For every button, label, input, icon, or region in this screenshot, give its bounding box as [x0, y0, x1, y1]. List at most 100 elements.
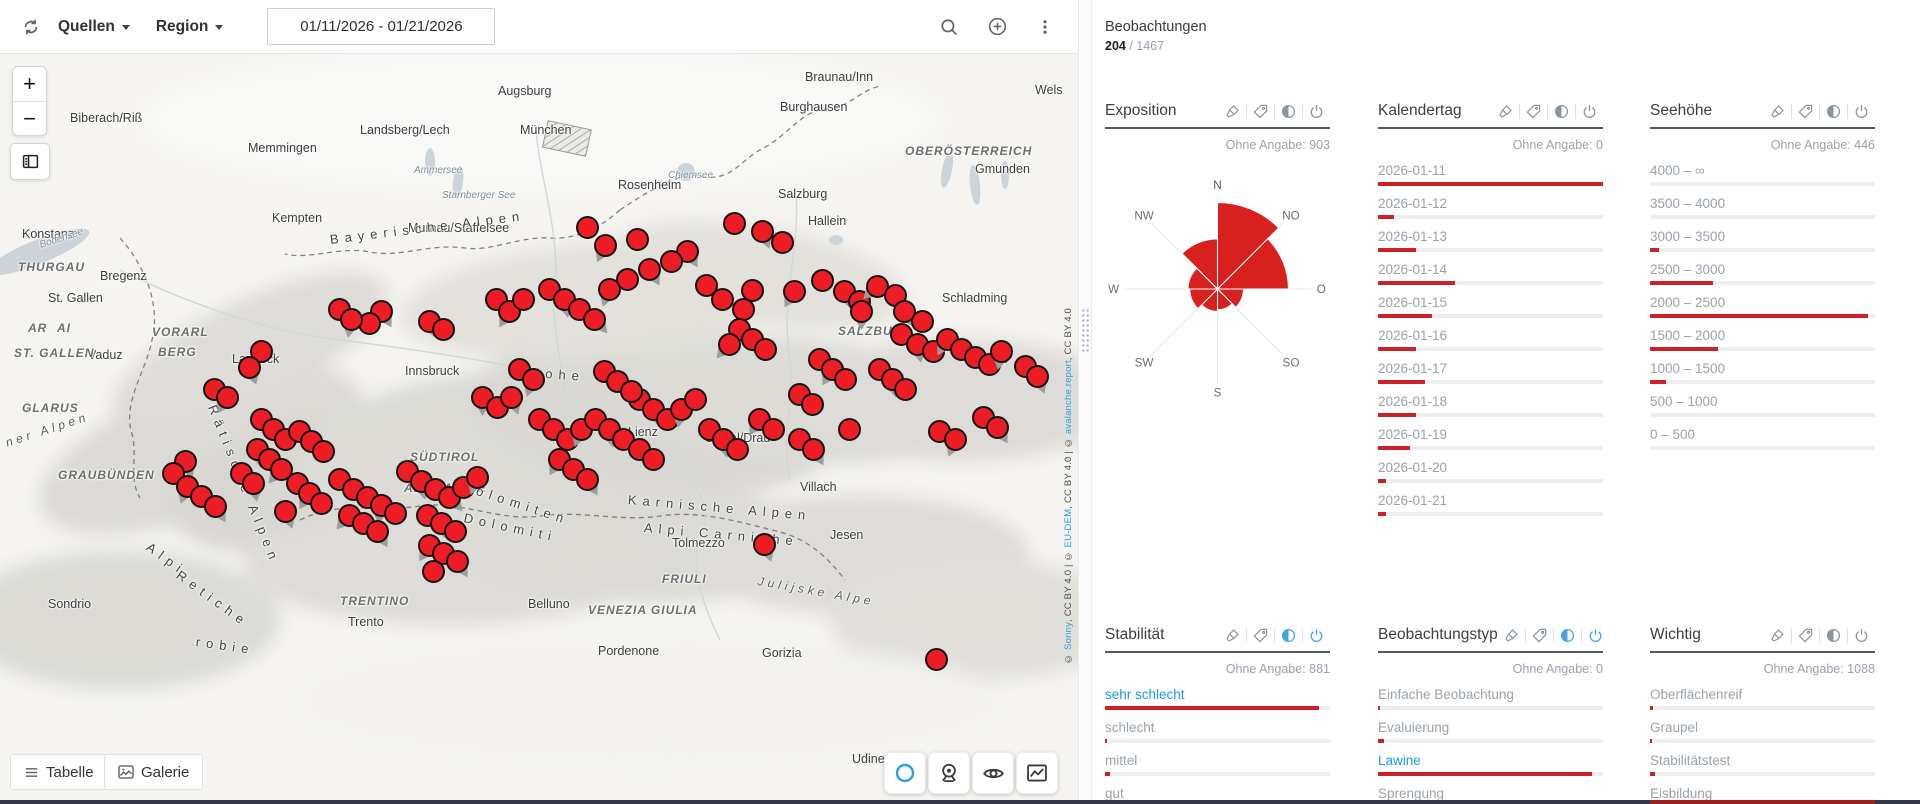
attribution-link[interactable]: avalanche.report	[1063, 360, 1074, 434]
observation-marker[interactable]	[771, 231, 794, 254]
tag-icon[interactable]	[1791, 103, 1819, 119]
zoom-out-button[interactable]: −	[13, 101, 46, 135]
observation-marker[interactable]	[598, 278, 621, 301]
filter-row[interactable]: Stabilitätstest	[1650, 753, 1875, 776]
filter-row[interactable]: 4000 – ∞	[1650, 163, 1875, 186]
filter-row[interactable]: Lawine	[1378, 753, 1603, 776]
table-view-button[interactable]: Tabelle	[10, 754, 108, 790]
more-options-button[interactable]	[1028, 10, 1062, 44]
contrast-icon[interactable]	[1819, 627, 1847, 643]
gallery-view-button[interactable]: Galerie	[104, 754, 204, 790]
filter-row[interactable]: 2026-01-21	[1378, 493, 1603, 516]
observation-marker[interactable]	[986, 416, 1009, 439]
observation-marker[interactable]	[718, 333, 741, 356]
filter-row[interactable]: 2000 – 2500	[1650, 295, 1875, 318]
contrast-icon[interactable]	[1819, 103, 1847, 119]
observation-marker[interactable]	[684, 388, 707, 411]
filter-row[interactable]: 2026-01-11	[1378, 163, 1603, 186]
brush-icon[interactable]	[1764, 628, 1791, 643]
contrast-icon[interactable]	[1274, 103, 1302, 119]
observation-marker[interactable]	[911, 310, 934, 333]
observation-marker[interactable]	[753, 533, 776, 556]
power-icon[interactable]	[1580, 627, 1609, 643]
observation-marker[interactable]	[762, 418, 785, 441]
observation-marker[interactable]	[242, 472, 265, 495]
filter-row[interactable]: 2026-01-19	[1378, 427, 1603, 450]
sources-dropdown[interactable]: Quellen	[58, 18, 130, 36]
filter-row[interactable]: 2026-01-18	[1378, 394, 1603, 417]
contrast-icon[interactable]	[1552, 627, 1581, 643]
observation-marker[interactable]	[512, 288, 535, 311]
observation-marker[interactable]	[422, 560, 445, 583]
filter-row[interactable]: mittel	[1105, 753, 1330, 776]
refresh-button[interactable]	[14, 10, 48, 44]
observation-marker[interactable]	[802, 438, 825, 461]
observation-marker[interactable]	[834, 368, 857, 391]
observation-marker[interactable]	[432, 318, 455, 341]
power-icon[interactable]	[1575, 103, 1603, 119]
observation-marker[interactable]	[626, 228, 649, 251]
observation-marker[interactable]	[925, 648, 948, 671]
brush-icon[interactable]	[1219, 628, 1246, 643]
observation-marker[interactable]	[466, 466, 489, 489]
tag-icon[interactable]	[1246, 627, 1274, 643]
tag-icon[interactable]	[1524, 627, 1553, 643]
observation-marker[interactable]	[500, 386, 523, 409]
filter-row[interactable]: Evaluierung	[1378, 720, 1603, 743]
filter-row[interactable]: 500 – 1000	[1650, 394, 1875, 417]
attribution-link[interactable]: Sonny	[1063, 622, 1074, 650]
filter-row[interactable]: Einfache Beobachtung	[1378, 687, 1603, 710]
filter-row[interactable]: 2026-01-17	[1378, 361, 1603, 384]
observation-marker[interactable]	[894, 378, 917, 401]
tag-icon[interactable]	[1246, 103, 1274, 119]
observation-marker[interactable]	[216, 386, 239, 409]
search-button[interactable]	[932, 10, 966, 44]
observation-marker[interactable]	[310, 492, 333, 515]
filter-row[interactable]: 2026-01-16	[1378, 328, 1603, 351]
attribution-link[interactable]: EU-DEM	[1063, 509, 1074, 548]
observation-marker[interactable]	[811, 269, 834, 292]
observation-marker[interactable]	[620, 380, 643, 403]
observation-marker[interactable]	[944, 428, 967, 451]
add-observation-button[interactable]	[980, 10, 1014, 44]
filter-row[interactable]: 2026-01-12	[1378, 196, 1603, 219]
observation-marker[interactable]	[446, 550, 469, 573]
zoom-in-button[interactable]: +	[13, 67, 46, 101]
power-icon[interactable]	[1847, 103, 1875, 119]
webcams-layer-toggle[interactable]	[928, 752, 970, 794]
region-dropdown[interactable]: Region	[156, 18, 224, 36]
brush-icon[interactable]	[1492, 104, 1519, 119]
observation-marker[interactable]	[723, 212, 746, 235]
observation-marker[interactable]	[274, 500, 297, 523]
filter-row[interactable]: 1500 – 2000	[1650, 328, 1875, 351]
filter-row[interactable]: 2500 – 3000	[1650, 262, 1875, 285]
filter-row[interactable]: schlecht	[1105, 720, 1330, 743]
observation-marker[interactable]	[711, 288, 734, 311]
observation-marker[interactable]	[204, 495, 227, 518]
observation-marker[interactable]	[726, 438, 749, 461]
contrast-icon[interactable]	[1274, 627, 1302, 643]
observation-marker[interactable]	[366, 520, 389, 543]
observation-marker[interactable]	[522, 368, 545, 391]
rose-chart-wrap[interactable]: N NO O SO S SW W NW	[1105, 163, 1330, 415]
layers-panel-button[interactable]	[10, 143, 50, 180]
power-icon[interactable]	[1302, 103, 1330, 119]
pane-resize-handle[interactable]	[1078, 0, 1092, 804]
observation-marker[interactable]	[238, 356, 261, 379]
observations-layer-toggle[interactable]	[884, 752, 926, 794]
visibility-toggle[interactable]	[972, 752, 1014, 794]
observation-marker[interactable]	[340, 308, 363, 331]
filter-row[interactable]: 0 – 500	[1650, 427, 1875, 450]
map-canvas[interactable]: Augsburg Braunau/Inn Burghausen Wels Landsbe…	[0, 0, 1078, 804]
contrast-icon[interactable]	[1547, 103, 1575, 119]
filter-row[interactable]: 2026-01-13	[1378, 229, 1603, 252]
power-icon[interactable]	[1302, 627, 1330, 643]
date-range-input[interactable]: 01/11/2026 - 01/21/2026	[267, 8, 496, 45]
observation-marker[interactable]	[594, 234, 617, 257]
observation-marker[interactable]	[850, 300, 873, 323]
filter-row[interactable]: 2026-01-15	[1378, 295, 1603, 318]
observation-marker[interactable]	[638, 258, 661, 281]
filter-row[interactable]: 3000 – 3500	[1650, 229, 1875, 252]
observation-marker[interactable]	[783, 280, 806, 303]
brush-icon[interactable]	[1219, 104, 1246, 119]
